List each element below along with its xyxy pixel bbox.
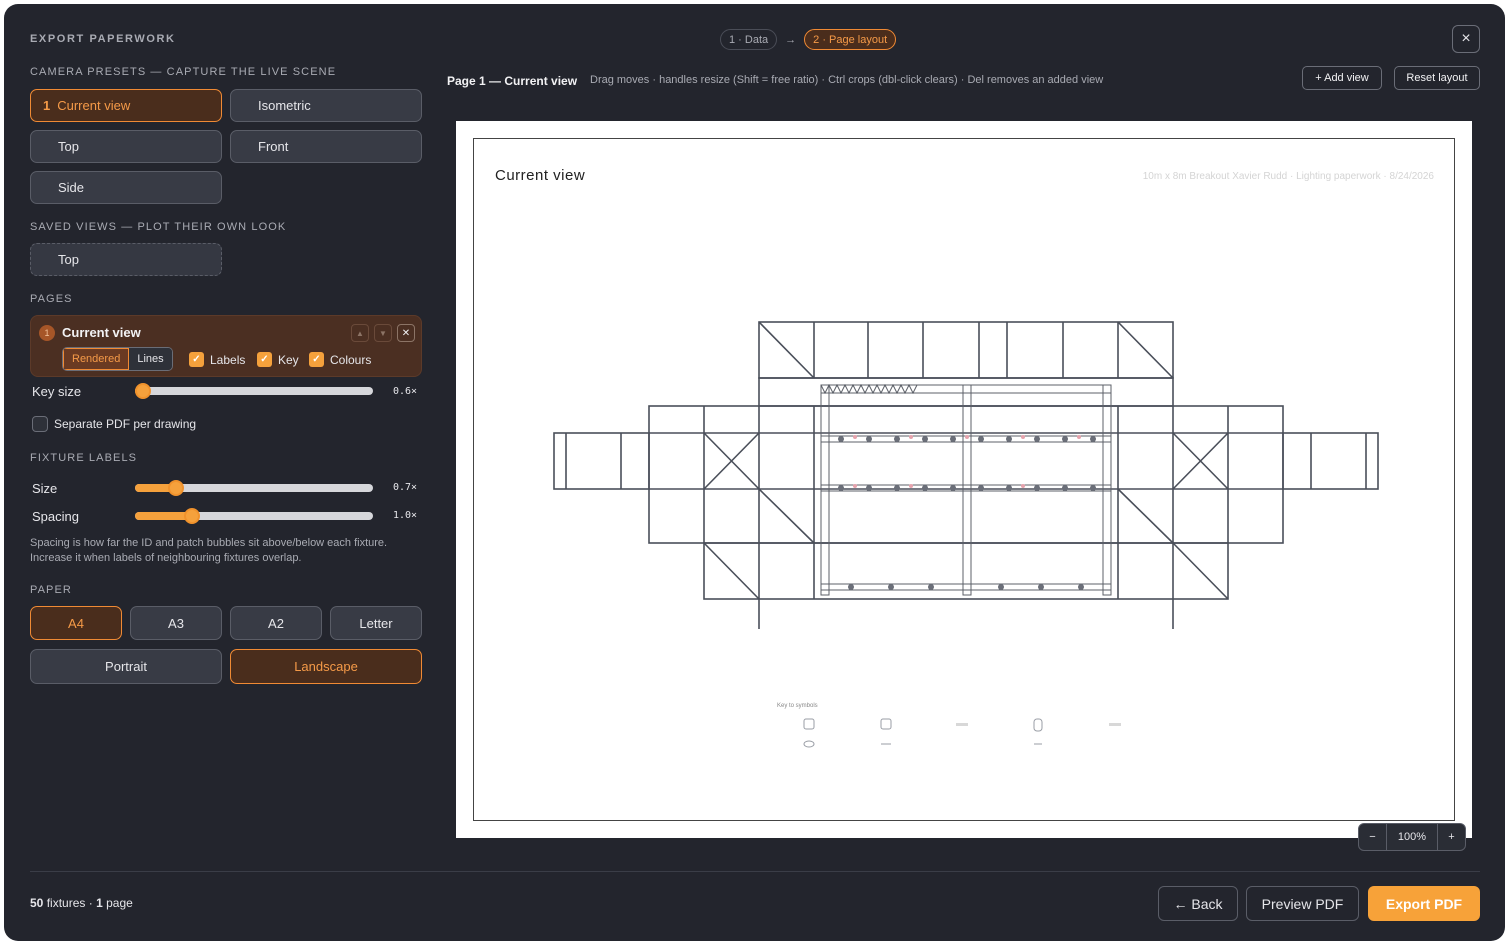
checkbox-label: Key — [278, 352, 299, 367]
preset-isometric-button[interactable]: Isometric — [230, 89, 422, 122]
paper-label: PAPER — [30, 584, 72, 596]
slider-handle[interactable] — [184, 508, 200, 524]
paper-a2-button[interactable]: A2 — [230, 606, 322, 640]
close-icon: ✕ — [401, 327, 411, 339]
triangle-up-icon: ▲ — [356, 328, 364, 338]
render-mode-lines[interactable]: Lines — [129, 348, 172, 370]
spacing-label: Spacing — [32, 509, 79, 524]
close-icon: × — [1461, 30, 1471, 47]
paper-letter-button[interactable]: Letter — [330, 606, 422, 640]
slider-handle[interactable] — [168, 480, 184, 496]
orientation-portrait-button[interactable]: Portrait — [30, 649, 222, 684]
remove-page-button[interactable]: ✕ — [397, 324, 415, 342]
preset-side-button[interactable]: Side — [30, 171, 222, 204]
separate-pdf-checkbox[interactable] — [32, 416, 48, 432]
step-indicator: 1 · Data → 2 · Page layout — [720, 29, 897, 50]
reset-layout-button[interactable]: Reset layout — [1394, 66, 1480, 90]
export-summary: 50 fixtures · 1 page — [30, 896, 133, 910]
fixtures-word: fixtures · — [46, 896, 93, 910]
move-down-button[interactable]: ▼ — [374, 324, 392, 342]
add-view-button[interactable]: + Add view — [1302, 66, 1382, 90]
page-word: page — [106, 896, 133, 910]
export-pdf-button[interactable]: Export PDF — [1368, 886, 1480, 921]
preview-pdf-button[interactable]: Preview PDF — [1246, 886, 1359, 921]
camera-presets-label: CAMERA PRESETS — CAPTURE THE LIVE SCENE — [30, 66, 337, 78]
key-size-slider[interactable] — [135, 383, 373, 399]
close-button[interactable]: × — [1452, 25, 1480, 53]
size-label: Size — [32, 481, 58, 496]
orientation-landscape-button[interactable]: Landscape — [230, 649, 422, 684]
saved-views-label: SAVED VIEWS — PLOT THEIR OWN LOOK — [30, 221, 287, 233]
triangle-down-icon: ▼ — [379, 328, 387, 338]
render-mode-rendered[interactable]: Rendered — [63, 348, 130, 370]
key-legend-symbols — [803, 718, 1121, 748]
slider-handle[interactable] — [135, 383, 151, 399]
fixture-count: 50 — [30, 896, 44, 910]
colours-checkbox[interactable]: ✓ Colours — [309, 352, 371, 367]
step-data[interactable]: 1 · Data — [720, 29, 778, 50]
key-legend-title: Key to symbols — [777, 703, 818, 709]
page-card[interactable]: 1 Current view ▲ ▼ ✕ Rendered Lines ✓ La… — [30, 315, 422, 377]
separate-pdf-label: Separate PDF per drawing — [54, 417, 197, 431]
step-page-layout[interactable]: 2 · Page layout — [804, 29, 897, 50]
layout-hint: Drag moves · handles resize (Shift = fre… — [590, 74, 1104, 86]
step-arrow-icon: → — [785, 33, 797, 46]
zoom-in-button[interactable]: + — [1437, 824, 1465, 850]
key-size-value: 0.6× — [393, 386, 418, 397]
checkmark-icon: ✓ — [257, 352, 272, 367]
size-value: 0.7× — [393, 482, 418, 493]
page-name: Current view — [62, 325, 141, 340]
key-checkbox[interactable]: ✓ Key — [257, 352, 299, 367]
fixture-labels-label: FIXTURE LABELS — [30, 452, 138, 464]
page-number-badge: 1 — [39, 325, 55, 341]
render-mode-toggle: Rendered Lines — [62, 347, 173, 371]
page-count: 1 — [96, 896, 103, 910]
zoom-out-button[interactable]: − — [1359, 824, 1387, 850]
zoom-level: 100% — [1397, 831, 1427, 843]
paper-a4-button[interactable]: A4 — [30, 606, 122, 640]
page-frame[interactable]: Current view 10m x 8m Breakout Xavier Ru… — [473, 138, 1455, 821]
spacing-value: 1.0× — [393, 510, 418, 521]
preset-front-button[interactable]: Front — [230, 130, 422, 163]
checkbox-label: Colours — [330, 352, 372, 367]
paper-preview: Current view 10m x 8m Breakout Xavier Ru… — [456, 121, 1472, 838]
labels-checkbox[interactable]: ✓ Labels — [189, 352, 245, 367]
key-size-label: Key size — [32, 384, 82, 399]
checkmark-icon: ✓ — [189, 352, 204, 367]
label-size-slider[interactable] — [135, 480, 373, 496]
export-paperwork-modal: EXPORT PAPERWORK 1 · Data → 2 · Page lay… — [4, 4, 1505, 941]
modal-title: EXPORT PAPERWORK — [30, 33, 176, 45]
zoom-control: − 100% + — [1358, 823, 1466, 851]
preset-label: Current view — [57, 98, 131, 113]
plot-drawing[interactable] — [551, 319, 1383, 654]
pages-label: PAGES — [30, 293, 73, 305]
move-up-button[interactable]: ▲ — [351, 324, 369, 342]
preset-current-view-button[interactable]: 1 Current view — [30, 89, 222, 122]
footer-divider — [30, 871, 1480, 872]
preset-number: 1 — [43, 98, 51, 113]
label-spacing-slider[interactable] — [135, 508, 373, 524]
page-heading: Page 1 — Current view — [447, 74, 578, 88]
preset-top-button[interactable]: Top — [30, 130, 222, 163]
back-button[interactable]: ← Back — [1158, 886, 1238, 921]
paper-view-title: Current view — [495, 167, 586, 184]
spacing-help-text: Spacing is how far the ID and patch bubb… — [30, 537, 388, 564]
paper-meta-text: 10m x 8m Breakout Xavier Rudd · Lighting… — [1142, 171, 1434, 182]
paper-a3-button[interactable]: A3 — [130, 606, 222, 640]
checkbox-label: Labels — [210, 352, 246, 367]
checkmark-icon: ✓ — [309, 352, 324, 367]
saved-view-top-button[interactable]: Top — [30, 243, 222, 276]
